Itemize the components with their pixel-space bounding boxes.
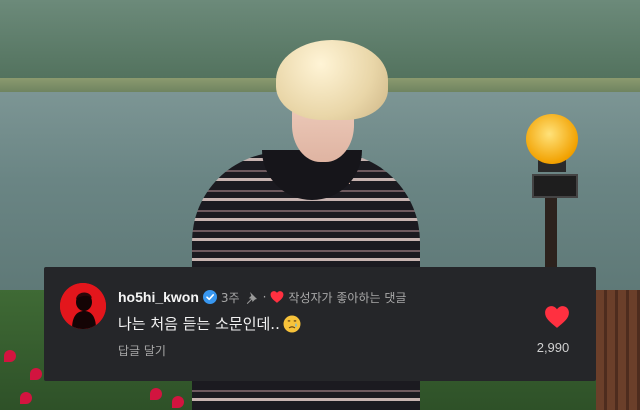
avatar-silhouette-icon (60, 283, 106, 329)
flower (150, 388, 162, 400)
comment-card: ho5hi_kwon 3주 · 작성자가 좋아하는 댓글 나는 처음 듣는 소문… (44, 267, 596, 381)
lamp-globe (526, 114, 578, 164)
flower (30, 368, 42, 380)
comment-header: ho5hi_kwon 3주 · 작성자가 좋아하는 댓글 (118, 287, 406, 307)
liked-by-author-label: 작성자가 좋아하는 댓글 (288, 290, 407, 305)
username-link[interactable]: ho5hi_kwon (118, 289, 199, 305)
reply-button[interactable]: 답글 달기 (118, 342, 166, 359)
crying-face-emoji-icon (283, 315, 301, 333)
like-count: 2,990 (536, 340, 570, 355)
comment-text: 나는 처음 듣는 소문인데.. (118, 315, 280, 333)
person-hair (276, 40, 388, 120)
lamp-fixture (532, 174, 578, 198)
comment-time: 3주 (220, 290, 240, 305)
verified-badge-icon (202, 290, 217, 304)
heart-icon (270, 290, 284, 304)
comment-body: 나는 처음 듣는 소문인데.. (118, 313, 301, 334)
flower (172, 396, 184, 408)
separator-dot: · (262, 290, 267, 304)
avatar[interactable] (60, 283, 106, 329)
flower (4, 350, 16, 362)
pin-icon (245, 291, 258, 304)
wooden-fence (596, 290, 640, 410)
like-button[interactable] (544, 305, 570, 329)
heart-icon (545, 306, 569, 328)
flower (20, 392, 32, 404)
